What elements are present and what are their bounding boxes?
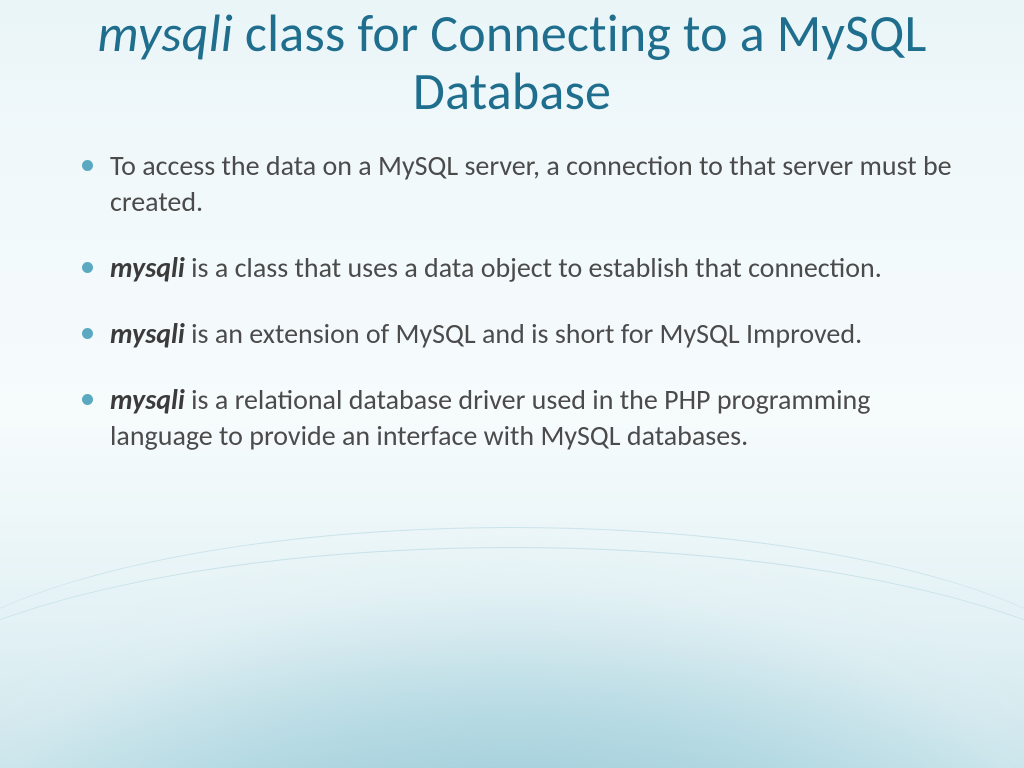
bullet-list: To access the data on a MySQL server, a …	[56, 148, 968, 453]
bullet-text: is a relational database driver used in …	[110, 382, 870, 453]
slide: mysqli class for Connecting to a MySQL D…	[0, 0, 1024, 768]
list-item: mysqli is a relational database driver u…	[82, 382, 968, 454]
bullet-text: is a class that uses a data object to es…	[185, 250, 882, 285]
bullet-keyword: mysqli	[110, 316, 185, 351]
list-item: To access the data on a MySQL server, a …	[82, 148, 968, 220]
list-item: mysqli is an extension of MySQL and is s…	[82, 316, 968, 352]
bullet-keyword: mysqli	[110, 382, 185, 417]
bullet-keyword: mysqli	[110, 250, 185, 285]
bullet-text: To access the data on a MySQL server, a …	[110, 148, 952, 219]
title-rest: class for Connecting to a MySQL Database	[233, 1, 927, 123]
list-item: mysqli is a class that uses a data objec…	[82, 250, 968, 286]
slide-title: mysqli class for Connecting to a MySQL D…	[56, 0, 968, 120]
bullet-text: is an extension of MySQL and is short fo…	[185, 316, 862, 351]
title-italic: mysqli	[97, 1, 233, 65]
